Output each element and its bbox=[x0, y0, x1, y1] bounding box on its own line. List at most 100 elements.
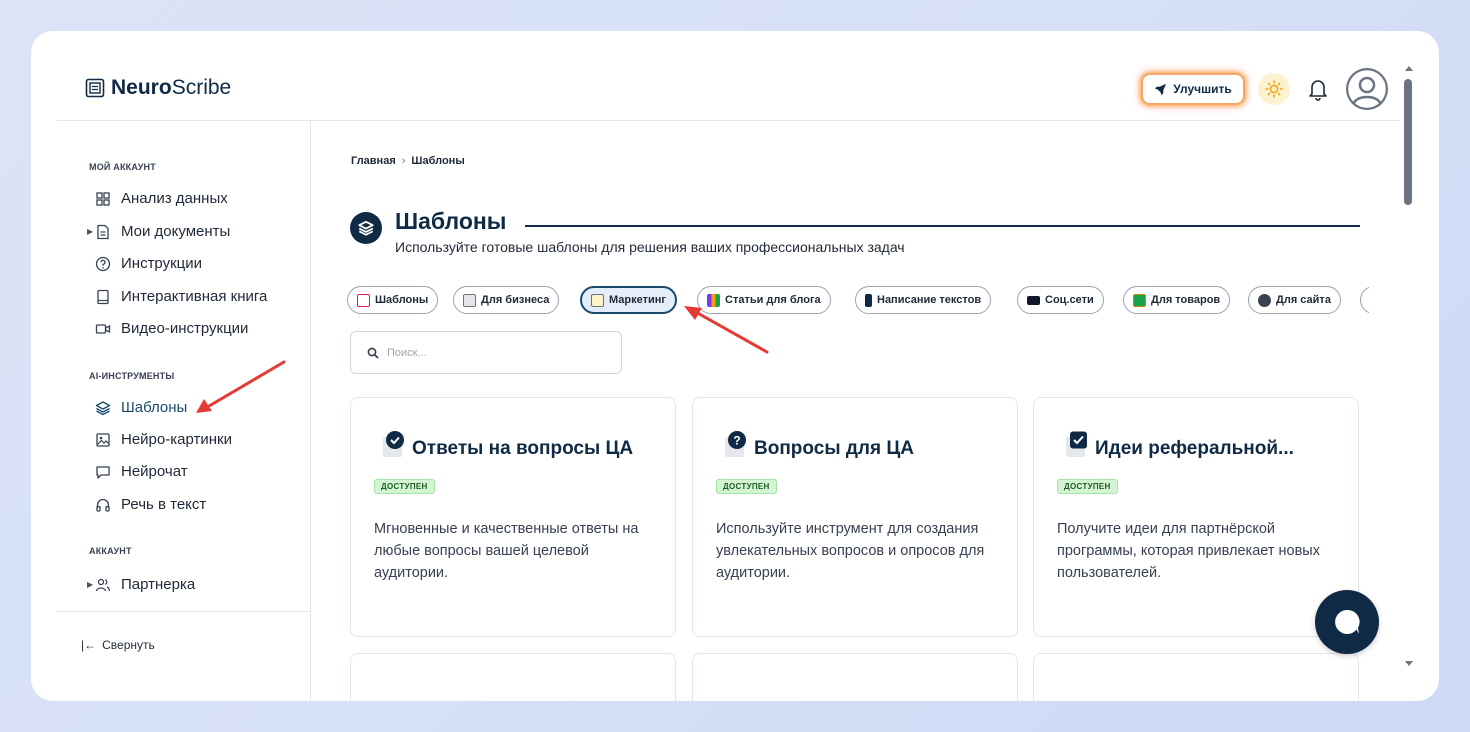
template-card[interactable] bbox=[350, 653, 676, 701]
card-description: Получите идеи для партнёрской программы,… bbox=[1057, 521, 1320, 581]
search-placeholder: Поиск... bbox=[387, 346, 427, 359]
check-circle-icon bbox=[383, 431, 404, 457]
section-account: АККАУНТ bbox=[89, 546, 132, 556]
expand-caret-icon[interactable]: ▶ bbox=[87, 580, 93, 589]
document-icon bbox=[97, 224, 109, 239]
sidebar-item-interactive-book[interactable]: Интерактивная книга bbox=[95, 288, 267, 305]
user-avatar-icon bbox=[1346, 68, 1388, 110]
breadcrumb-home[interactable]: Главная bbox=[351, 155, 396, 167]
breadcrumb: Главная › Шаблоны bbox=[351, 155, 465, 167]
support-chat-button[interactable] bbox=[1315, 590, 1379, 654]
sidebar-item-label: Мои документы bbox=[121, 223, 231, 240]
theme-toggle[interactable] bbox=[1258, 73, 1290, 105]
avatar[interactable] bbox=[1346, 68, 1388, 110]
status-badge: ДОСТУПЕН bbox=[1057, 479, 1118, 494]
breadcrumb-separator: › bbox=[401, 155, 406, 167]
chip-marketing[interactable]: Маркетинг bbox=[580, 286, 677, 314]
sidebar-item-data-analysis[interactable]: Анализ данных bbox=[95, 190, 228, 207]
app-window: NeuroScribe Улучшить МОЙ АККАУНТ Анализ … bbox=[31, 31, 1439, 701]
title-underline bbox=[525, 225, 1360, 227]
template-card[interactable] bbox=[692, 653, 1018, 701]
upgrade-label: Улучшить bbox=[1173, 82, 1232, 96]
chip-more[interactable] bbox=[1360, 286, 1369, 314]
sidebar-item-label: Инструкции bbox=[121, 255, 203, 272]
notebook-icon bbox=[463, 293, 476, 307]
users-icon bbox=[95, 578, 111, 591]
laptop-icon bbox=[1027, 295, 1040, 305]
scrollbar-thumb[interactable] bbox=[1404, 79, 1412, 205]
sidebar-item-my-documents[interactable]: Мои документы bbox=[95, 223, 230, 240]
robot-icon bbox=[1258, 293, 1271, 307]
chip-blog-articles[interactable]: Статьи для блога bbox=[697, 286, 831, 314]
chart-icon bbox=[707, 293, 720, 307]
search-input[interactable]: Поиск... bbox=[350, 331, 622, 374]
grid-icon bbox=[96, 191, 110, 206]
section-ai-tools: AI-ИНСТРУМЕНТЫ bbox=[89, 371, 175, 381]
template-card[interactable]: Идеи реферальной... ДОСТУПЕН Получите ид… bbox=[1033, 397, 1359, 637]
sun-icon bbox=[1265, 80, 1283, 98]
chip-label: Написание текстов bbox=[877, 294, 982, 306]
status-badge: ДОСТУПЕН bbox=[374, 479, 435, 494]
image-icon bbox=[96, 432, 110, 447]
sidebar-item-speech-to-text[interactable]: Речь в текст bbox=[95, 496, 206, 513]
sidebar-item-label: Нейрочат bbox=[121, 463, 188, 480]
sidebar-item-video-instructions[interactable]: Видео-инструкции bbox=[95, 320, 248, 337]
chip-website[interactable]: Для сайта bbox=[1248, 286, 1341, 314]
sidebar-item-partner[interactable]: Партнерка bbox=[95, 576, 195, 593]
chip-copywriting[interactable]: Написание текстов bbox=[855, 286, 992, 314]
collapse-label: Свернуть bbox=[102, 638, 155, 652]
chat-icon bbox=[96, 465, 110, 479]
sidebar-item-label: Видео-инструкции bbox=[121, 320, 249, 337]
sidebar-item-label: Интерактивная книга bbox=[121, 288, 268, 305]
sidebar-item-neurochat[interactable]: Нейрочат bbox=[95, 463, 188, 480]
app-logo[interactable]: NeuroScribe bbox=[85, 76, 231, 100]
collapse-arrow-icon: |← bbox=[81, 638, 97, 652]
chip-label: Статьи для блога bbox=[725, 294, 821, 306]
card-title: Ответы на вопросы ЦА bbox=[412, 438, 634, 459]
chart-check-icon bbox=[357, 293, 370, 307]
upgrade-button[interactable]: Улучшить bbox=[1141, 73, 1245, 105]
sidebar: МОЙ АККАУНТ Анализ данных ▶ Мои документ… bbox=[57, 121, 311, 701]
chip-label: Шаблоны bbox=[375, 294, 429, 306]
search-icon bbox=[367, 347, 379, 359]
phone-icon bbox=[865, 293, 872, 307]
page-title: Шаблоны bbox=[395, 208, 507, 234]
chip-label: Для товаров bbox=[1151, 294, 1221, 306]
expand-caret-icon[interactable]: ▶ bbox=[87, 227, 93, 236]
page-subtitle: Используйте готовые шаблоны для решения … bbox=[395, 239, 905, 255]
category-chips: Шаблоны Для бизнеса Маркетинг Статьи для… bbox=[347, 285, 1369, 317]
question-icon bbox=[95, 256, 111, 271]
page-title-layers-icon bbox=[350, 212, 382, 244]
chip-templates[interactable]: Шаблоны bbox=[347, 286, 439, 314]
template-card[interactable]: Ответы на вопросы ЦА ДОСТУПЕН Мгновенные… bbox=[350, 397, 676, 637]
card-title: Идеи реферальной... bbox=[1095, 438, 1294, 459]
sidebar-item-label: Анализ данных bbox=[121, 190, 228, 207]
svg-text:?: ? bbox=[733, 434, 740, 448]
chip-products[interactable]: Для товаров bbox=[1123, 286, 1231, 314]
card-description: Мгновенные и качественные ответы на любы… bbox=[374, 521, 639, 581]
checkbox-icon bbox=[1066, 431, 1087, 457]
card-title: Вопросы для ЦА bbox=[754, 438, 914, 459]
sidebar-item-label: Нейро-картинки bbox=[121, 431, 232, 448]
sidebar-item-label: Партнерка bbox=[121, 576, 196, 593]
sidebar-item-templates[interactable]: Шаблоны bbox=[95, 399, 187, 416]
chip-business[interactable]: Для бизнеса bbox=[453, 286, 560, 314]
collapse-sidebar-button[interactable]: |← Свернуть bbox=[81, 638, 155, 652]
logo-icon bbox=[85, 78, 105, 98]
sidebar-item-instructions[interactable]: Инструкции bbox=[95, 255, 202, 272]
template-card[interactable] bbox=[1033, 653, 1359, 701]
sidebar-item-label: Шаблоны bbox=[121, 399, 188, 416]
memo-icon bbox=[591, 293, 604, 307]
chip-label: Соц.сети bbox=[1045, 294, 1094, 306]
sidebar-item-neuro-images[interactable]: Нейро-картинки bbox=[95, 431, 232, 448]
bell-icon[interactable] bbox=[1307, 77, 1329, 101]
sidebar-divider bbox=[57, 611, 310, 612]
chip-social[interactable]: Соц.сети bbox=[1017, 286, 1104, 314]
headphones-icon bbox=[96, 498, 110, 512]
chat-bubble-icon bbox=[1335, 609, 1360, 634]
chip-label: Для сайта bbox=[1276, 294, 1331, 306]
video-icon bbox=[95, 323, 111, 334]
logo-rest: Scribe bbox=[171, 76, 232, 99]
template-card[interactable]: ? Вопросы для ЦА ДОСТУПЕН Используйте ин… bbox=[692, 397, 1018, 637]
ledger-icon bbox=[1133, 293, 1146, 307]
